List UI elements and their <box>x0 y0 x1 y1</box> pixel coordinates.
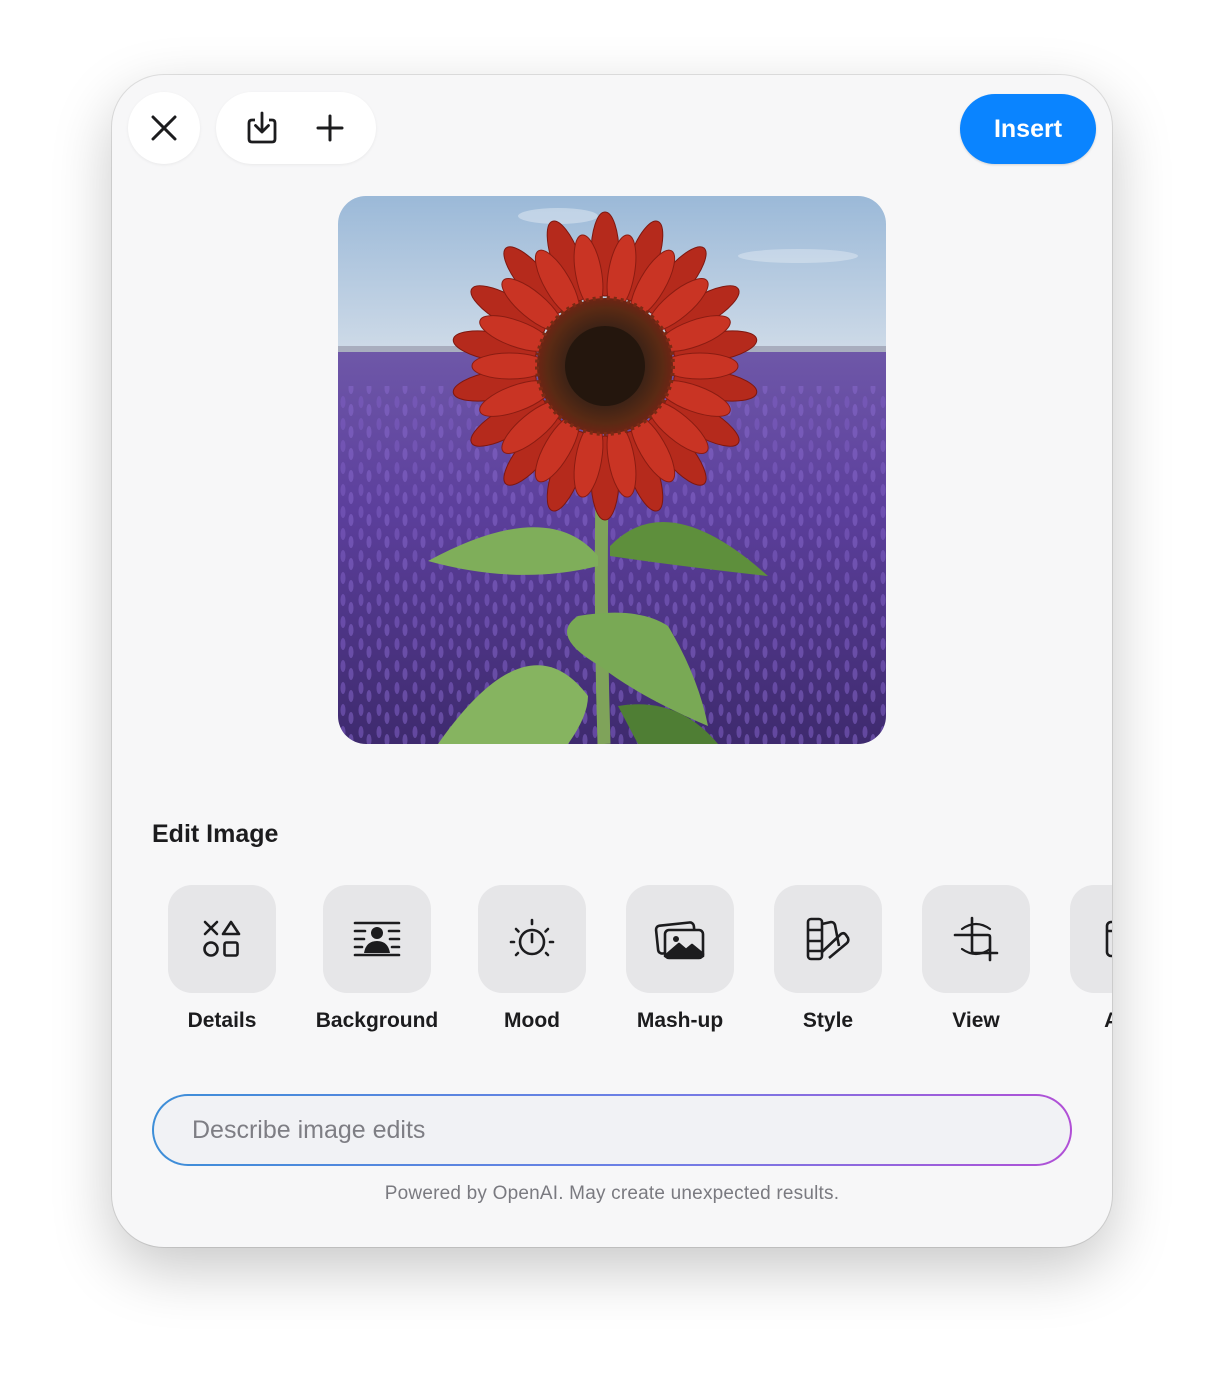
tool-background-tile[interactable] <box>323 885 431 993</box>
tool-mood-tile[interactable] <box>478 885 586 993</box>
crop-icon <box>952 915 1000 963</box>
tool-mashup-tile[interactable] <box>626 885 734 993</box>
edit-image-title: Edit Image <box>152 820 279 848</box>
edit-tools-row: Details Background Mood Mash-up Style Vi… <box>152 885 1112 1045</box>
tool-background[interactable]: Background <box>307 885 447 1045</box>
tool-style-tile[interactable] <box>774 885 882 993</box>
image-playground-window: Insert Edit Image Details Background Moo… <box>112 75 1112 1247</box>
mood-icon <box>508 917 556 961</box>
photos-icon <box>654 918 706 960</box>
prompt-field-border <box>152 1094 1072 1166</box>
layout-icon <box>1104 919 1112 959</box>
tool-mashup[interactable]: Mash-up <box>610 885 750 1045</box>
tool-aspect-tile[interactable] <box>1070 885 1112 993</box>
tool-background-label: Background <box>315 1009 439 1032</box>
shapes-icon <box>202 919 242 959</box>
disclaimer-text: Powered by OpenAI. May create unexpected… <box>384 1183 840 1204</box>
tool-details-tile[interactable] <box>168 885 276 993</box>
background-icon <box>352 919 402 959</box>
tool-aspect[interactable]: Asp <box>1054 885 1112 1045</box>
tool-style[interactable]: Style <box>758 885 898 1045</box>
tool-details[interactable]: Details <box>152 885 292 1045</box>
insert-button[interactable]: Insert <box>960 94 1096 164</box>
close-button[interactable] <box>128 92 200 164</box>
plus-icon <box>315 113 345 143</box>
describe-edits-input[interactable] <box>154 1096 1070 1164</box>
tool-aspect-label: Asp <box>1104 1009 1112 1032</box>
download-icon <box>245 110 279 146</box>
tool-view[interactable]: View <box>906 885 1046 1045</box>
swatches-icon <box>805 916 851 962</box>
tool-mood[interactable]: Mood <box>462 885 602 1045</box>
download-button[interactable] <box>234 100 290 156</box>
action-group <box>216 92 376 164</box>
add-button[interactable] <box>302 100 358 156</box>
tool-view-tile[interactable] <box>922 885 1030 993</box>
generated-image <box>338 196 886 744</box>
close-icon <box>149 113 179 143</box>
